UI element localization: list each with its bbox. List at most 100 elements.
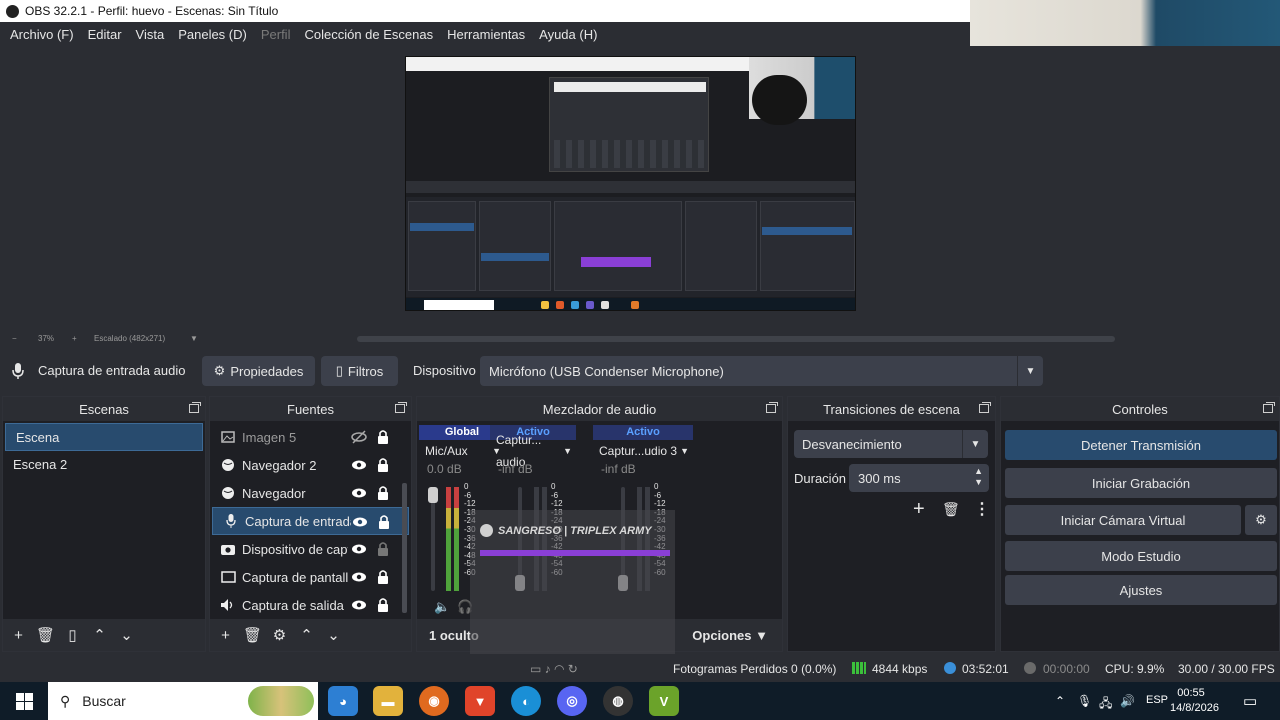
preview-canvas[interactable]: [405, 56, 856, 311]
firefox-icon[interactable]: ◉: [419, 686, 449, 716]
start-virtual-camera-button[interactable]: Iniciar Cámara Virtual: [1005, 505, 1241, 535]
undock-icon[interactable]: [1263, 402, 1275, 413]
microphone-icon[interactable]: 🎙: [1077, 694, 1092, 708]
settings-button[interactable]: Ajustes: [1005, 575, 1277, 605]
filter-icon[interactable]: ▯: [59, 619, 86, 651]
undock-icon[interactable]: [395, 402, 407, 413]
chevron-down-icon: ▼: [962, 430, 988, 458]
menu-tools[interactable]: Herramientas: [447, 27, 525, 42]
zoom-in-button[interactable]: +: [72, 334, 77, 343]
horizontal-scrollbar[interactable]: [357, 336, 1115, 342]
filters-button[interactable]: ▯ Filtros: [321, 356, 398, 386]
eye-icon[interactable]: [351, 457, 367, 473]
studio-mode-button[interactable]: Modo Estudio: [1005, 541, 1277, 571]
speaker-icon[interactable]: 🔈: [434, 599, 450, 615]
notifications-icon[interactable]: ▭: [1243, 692, 1257, 710]
mixer-options-button[interactable]: Opciones ▼: [692, 628, 768, 643]
chevron-up-icon[interactable]: ⌃: [86, 619, 113, 651]
eye-icon[interactable]: [351, 485, 367, 501]
lock-icon[interactable]: [377, 457, 389, 473]
channel-name[interactable]: Captur... audio ▼: [490, 433, 576, 469]
eye-hidden-icon[interactable]: [351, 429, 367, 445]
start-recording-button[interactable]: Iniciar Grabación: [1005, 468, 1277, 498]
lock-icon[interactable]: [377, 569, 389, 585]
duration-label: Duración: [794, 471, 847, 486]
lock-icon[interactable]: [377, 485, 389, 501]
add-source-icon[interactable]: +: [212, 619, 239, 651]
trash-icon[interactable]: 🗑: [942, 501, 960, 518]
menu-scene-collection[interactable]: Colección de Escenas: [304, 27, 433, 42]
trash-icon[interactable]: 🗑: [239, 619, 266, 651]
chevron-down-icon[interactable]: ▼: [190, 334, 198, 343]
folder-icon[interactable]: ▬: [373, 686, 403, 716]
chevron-down-icon[interactable]: ⌄: [113, 619, 140, 651]
more-options-icon[interactable]: ⋮: [974, 499, 990, 519]
channel-name[interactable]: Captur...udio 3 ▼: [593, 440, 693, 462]
transition-select[interactable]: Desvanecimiento ▼: [794, 430, 988, 458]
eye-icon[interactable]: [351, 569, 367, 585]
edge-icon[interactable]: ◐: [511, 686, 541, 716]
add-transition-icon[interactable]: +: [913, 498, 925, 521]
language-indicator[interactable]: ESP: [1146, 694, 1168, 706]
app-v-icon[interactable]: V: [649, 686, 679, 716]
undock-icon[interactable]: [979, 402, 991, 413]
volume-icon[interactable]: 🔊: [1120, 694, 1135, 708]
duration-input[interactable]: 300 ms ▲ ▼: [849, 464, 989, 492]
add-scene-icon[interactable]: +: [5, 619, 32, 651]
source-item[interactable]: Captura de entrada audio: [212, 507, 409, 535]
gear-icon[interactable]: ⚙: [266, 619, 293, 651]
undock-icon[interactable]: [766, 402, 778, 413]
stop-streaming-button[interactable]: Detener Transmisión: [1005, 430, 1277, 460]
scene-item[interactable]: Escena 2: [3, 451, 205, 479]
properties-button[interactable]: ⚙ Propiedades: [202, 356, 315, 386]
windows-start-icon[interactable]: [16, 693, 33, 713]
unlock-icon[interactable]: [377, 541, 389, 557]
app-icon[interactable]: ◕: [328, 686, 358, 716]
lock-icon[interactable]: [377, 597, 389, 613]
zoom-out-button[interactable]: −: [12, 334, 17, 343]
menu-profile[interactable]: Perfil: [261, 27, 291, 42]
undock-icon[interactable]: [189, 402, 201, 413]
taskbar-search[interactable]: ⚲ Buscar: [48, 682, 318, 720]
zoom-bar: − 37% + Escalado (482x271) ▼: [0, 332, 1280, 346]
scene-item[interactable]: Escena: [5, 423, 203, 451]
mixer-title: Mezclador de audio: [542, 401, 657, 417]
menu-docks[interactable]: Paneles (D): [178, 27, 247, 42]
virtual-camera-settings-icon[interactable]: ⚙: [1245, 505, 1277, 535]
overlay-controls-icon: ▭ ♪ ◠ ↻: [530, 662, 578, 676]
source-item[interactable]: Imagen 5: [210, 423, 411, 451]
title-bar: OBS 32.2.1 - Perfil: huevo - Escenas: Si…: [0, 0, 970, 22]
source-item[interactable]: Captura de pantalla: [210, 563, 411, 591]
eye-icon[interactable]: [351, 597, 367, 613]
menu-view[interactable]: Vista: [136, 27, 165, 42]
source-item[interactable]: Navegador 2: [210, 451, 411, 479]
brave-icon[interactable]: ▼: [465, 686, 495, 716]
menu-edit[interactable]: Editar: [88, 27, 122, 42]
chevron-up-icon[interactable]: ⌃: [293, 619, 320, 651]
device-value: Micrófono (USB Condenser Microphone): [489, 364, 724, 379]
eye-icon[interactable]: [351, 541, 367, 557]
lock-icon[interactable]: [378, 514, 390, 530]
source-item[interactable]: Captura de salida de audio: [210, 591, 411, 619]
network-icon[interactable]: 🖧: [1099, 694, 1112, 715]
chevron-down-icon[interactable]: ⌄: [320, 619, 347, 651]
sources-toolbar: + 🗑 ⚙ ⌃ ⌄: [210, 619, 411, 651]
obs-icon[interactable]: ◍: [603, 686, 633, 716]
record-time: 00:00:00: [1043, 662, 1090, 676]
globe-icon: [220, 457, 236, 473]
sources-scrollbar[interactable]: [402, 483, 407, 613]
camera-icon: [220, 541, 236, 557]
source-item[interactable]: Dispositivo de captura: [210, 535, 411, 563]
menu-file[interactable]: Archivo (F): [10, 27, 74, 42]
source-item[interactable]: Navegador: [210, 479, 411, 507]
fader-knob[interactable]: [428, 487, 438, 503]
menu-help[interactable]: Ayuda (H): [539, 27, 597, 42]
device-select[interactable]: Micrófono (USB Condenser Microphone) ▼: [480, 356, 1043, 386]
tray-chevron-icon[interactable]: ⌃: [1055, 694, 1065, 708]
lock-icon[interactable]: [377, 429, 389, 445]
clock[interactable]: 00:55 14/8/2026: [1170, 686, 1219, 716]
trash-icon[interactable]: 🗑: [32, 619, 59, 651]
eye-icon[interactable]: [352, 514, 368, 530]
spinner-icon[interactable]: ▲ ▼: [974, 466, 983, 488]
discord-icon[interactable]: ◎: [557, 686, 587, 716]
